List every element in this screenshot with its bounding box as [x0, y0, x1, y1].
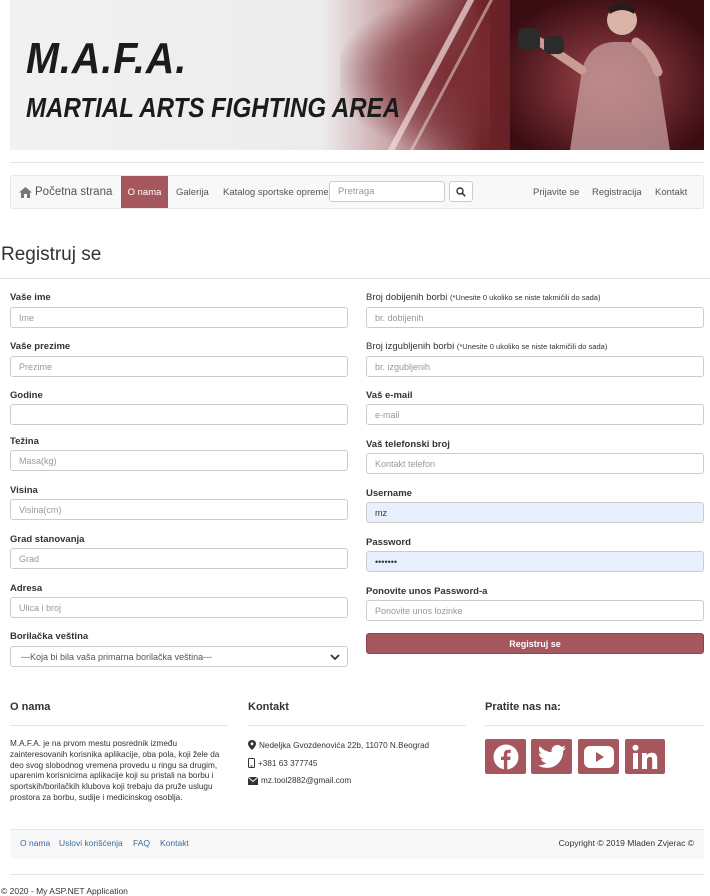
banner-subtitle: MARTIAL ARTS FIGHTING AREA — [26, 92, 401, 123]
password-repeat-input[interactable]: Ponovite unos lozinke — [366, 600, 704, 621]
app-footer-text: © 2020 - My ASP.NET Application — [1, 886, 128, 896]
nav-item-about[interactable]: O nama — [121, 176, 168, 208]
password-input[interactable]: ••••••• — [366, 551, 704, 572]
divider — [248, 725, 466, 726]
register-button[interactable]: Registruj se — [366, 633, 704, 654]
wins-input[interactable]: br. dobijenih — [366, 307, 704, 328]
footer-about-title: O nama — [10, 701, 51, 713]
footer-bar: O nama Uslovi korišćenja FAQ Kontakt Cop… — [10, 829, 704, 859]
first-name-label: Vaše ime — [10, 292, 51, 303]
city-label: Grad stanovanja — [10, 534, 85, 545]
footer-address: Nedeljka Gvozdenovića 22b, 11070 N.Beogr… — [248, 740, 429, 750]
martial-art-select-value: ---Koja bi bila vaša primarna borilačka … — [21, 651, 213, 662]
map-marker-icon — [248, 740, 256, 750]
divider — [10, 725, 228, 726]
nav-item-catalog[interactable]: Katalog sportske opreme — [223, 176, 329, 208]
nav-home-link[interactable]: Početna strana — [19, 176, 112, 208]
age-input[interactable] — [10, 404, 348, 425]
nav-brand-label: Početna strana — [35, 186, 113, 198]
losses-label-text: Broj izgubljenih borbi — [366, 341, 455, 352]
divider — [485, 725, 704, 726]
losses-input[interactable]: br. izgubljenih — [366, 356, 704, 377]
footer-contact-title: Kontakt — [248, 701, 289, 713]
height-input[interactable]: Visina(cm) — [10, 499, 348, 520]
footer-email: mz.tool2882@gmail.com — [248, 776, 351, 785]
username-label: Username — [366, 488, 412, 499]
nav-item-login[interactable]: Prijavite se — [533, 176, 579, 208]
envelope-icon — [248, 776, 258, 785]
password-label: Password — [366, 537, 411, 548]
city-input[interactable]: Grad — [10, 548, 348, 569]
banner-title: M.A.F.A. — [26, 34, 188, 83]
footer-about-text: M.A.F.A. je na prvom mestu posrednik izm… — [10, 739, 220, 802]
divider — [10, 874, 704, 875]
nav-item-gallery[interactable]: Galerija — [176, 176, 209, 208]
footer-address-text: Nedeljka Gvozdenovića 22b, 11070 N.Beogr… — [259, 740, 430, 750]
footer-link-terms[interactable]: Uslovi korišćenja — [59, 838, 123, 848]
password-repeat-label: Ponovite unos Password-a — [366, 586, 488, 597]
address-label: Adresa — [10, 583, 43, 594]
martial-art-label: Borilačka veština — [10, 631, 89, 642]
navbar: Početna strana O nama Galerija Katalog s… — [10, 175, 704, 209]
footer-phone-text: +381 63 377745 — [258, 758, 318, 768]
divider — [10, 162, 704, 163]
last-name-input[interactable]: Prezime — [10, 356, 348, 377]
nav-item-register[interactable]: Registracija — [592, 176, 642, 208]
linkedin-button[interactable] — [625, 739, 665, 774]
youtube-icon — [583, 745, 614, 768]
height-label: Visina — [10, 485, 38, 496]
martial-art-select[interactable]: ---Koja bi bila vaša primarna borilačka … — [10, 646, 348, 667]
header-banner: M.A.F.A. MARTIAL ARTS FIGHTING AREA — [10, 0, 704, 150]
footer-link-about[interactable]: O nama — [20, 838, 50, 848]
wins-hint: (*Unesite 0 ukoliko se niste takmičili d… — [449, 293, 601, 302]
phone-icon — [248, 758, 255, 768]
footer-phone: +381 63 377745 — [248, 758, 317, 768]
chevron-down-icon — [330, 654, 340, 661]
footer-email-text: mz.tool2882@gmail.com — [261, 776, 352, 785]
phone-input[interactable]: Kontakt telefon — [366, 453, 704, 474]
fighter-image — [510, 0, 704, 150]
facebook-icon — [493, 744, 518, 769]
search-button[interactable] — [449, 181, 473, 202]
copyright-text: Copyright © 2019 Mladen Zvjerac © — [558, 838, 694, 848]
email-input[interactable]: e-mail — [366, 404, 704, 425]
youtube-button[interactable] — [578, 739, 619, 774]
losses-label: Broj izgubljenih borbi (*Unesite 0 ukoli… — [366, 341, 607, 352]
banner-smoke — [340, 0, 490, 150]
last-name-label: Vaše prezime — [10, 341, 71, 352]
losses-hint: (*Unesite 0 ukoliko se niste takmičili d… — [456, 342, 608, 351]
username-input[interactable]: mz — [366, 502, 704, 523]
facebook-button[interactable] — [485, 739, 526, 774]
wins-label-text: Broj dobijenih borbi — [366, 292, 448, 303]
search-icon — [456, 186, 466, 197]
wins-label: Broj dobijenih borbi (*Unesite 0 ukoliko… — [366, 292, 600, 303]
weight-input[interactable]: Masa(kg) — [10, 450, 348, 471]
address-input[interactable]: Ulica i broj — [10, 597, 348, 618]
age-label: Godine — [10, 390, 43, 401]
footer-link-faq[interactable]: FAQ — [133, 838, 150, 848]
phone-label: Vaš telefonski broj — [366, 439, 450, 450]
divider — [0, 278, 710, 279]
email-label: Vaš e-mail — [366, 390, 413, 401]
twitter-icon — [537, 744, 566, 768]
weight-label: Težina — [10, 436, 39, 447]
page-title: Registruj se — [1, 244, 102, 265]
twitter-button[interactable] — [531, 739, 572, 774]
linkedin-icon — [632, 744, 658, 769]
search-input[interactable]: Pretraga — [329, 181, 445, 202]
footer-follow-title: Pratite nas na: — [485, 701, 561, 713]
footer-link-contact[interactable]: Kontakt — [160, 838, 189, 848]
nav-item-contact[interactable]: Kontakt — [655, 176, 687, 208]
home-icon — [19, 186, 32, 198]
first-name-input[interactable]: Ime — [10, 307, 348, 328]
